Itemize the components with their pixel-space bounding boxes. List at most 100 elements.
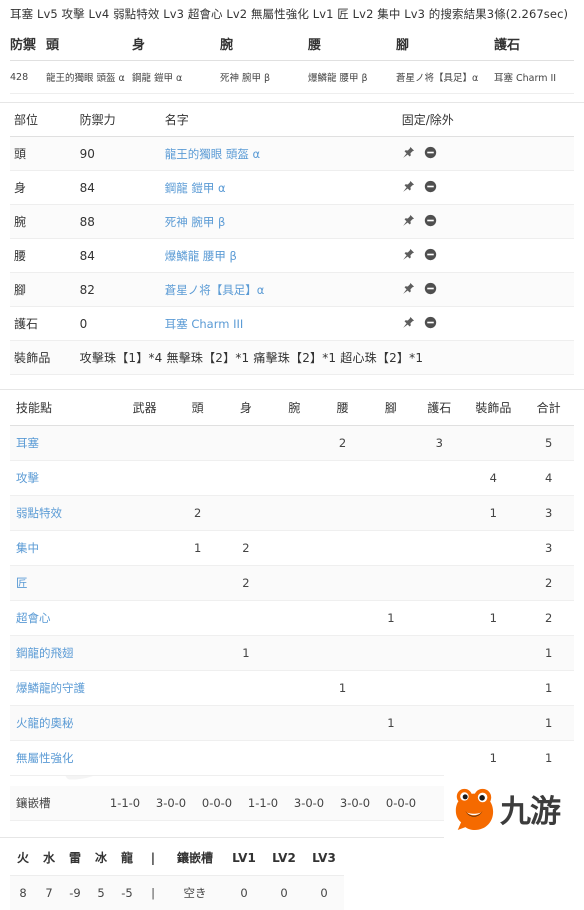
skill-weapon <box>116 706 174 741</box>
skill-link[interactable]: 攻擊 <box>16 471 39 485</box>
table-row[interactable]: 弱點特效 2 1 3 <box>10 496 574 531</box>
skill-charm <box>415 706 463 741</box>
skill-arms <box>270 531 318 566</box>
pin-icon[interactable] <box>402 146 415 162</box>
col-thunder: 雷 <box>62 840 88 876</box>
fix-exclude-cell <box>398 307 574 341</box>
skill-head <box>173 671 221 706</box>
skill-charm <box>415 566 463 601</box>
skill-body: 2 <box>222 531 270 566</box>
slot-arms: 1-1-0 <box>240 786 286 821</box>
col-waist: 腰 <box>308 27 396 61</box>
skill-total: 5 <box>523 426 574 461</box>
parts-detail-table: 部位 防禦力 名字 固定/除外 頭 90 龍王的獨眼 頭盔 α <box>10 103 574 375</box>
table-row[interactable]: 頭 90 龍王的獨眼 頭盔 α <box>10 137 574 171</box>
equipment-summary-header-row: 防禦 頭 身 腕 腰 腳 護石 <box>10 27 574 61</box>
skill-link[interactable]: 爆鱗龍的守護 <box>16 681 85 695</box>
slot-body: 0-0-0 <box>194 786 240 821</box>
summary-body: 鋼龍 鎧甲 α <box>132 61 220 94</box>
skill-name-cell: 火龍的奧秘 <box>10 706 116 741</box>
skill-charm <box>415 601 463 636</box>
table-row[interactable]: 爆鱗龍的守護 1 1 <box>10 671 574 706</box>
pin-icon[interactable] <box>402 214 415 230</box>
col-weapon: 武器 <box>116 390 174 426</box>
skill-link[interactable]: 集中 <box>16 541 39 555</box>
part-defense: 84 <box>76 171 161 205</box>
table-row[interactable]: 腳 82 蒼星ノ将【具足】α <box>10 273 574 307</box>
item-link[interactable]: 爆鱗龍 腰甲 β <box>165 249 237 263</box>
part-name-cell: 死神 腕甲 β <box>161 205 398 239</box>
item-link[interactable]: 死神 腕甲 β <box>165 215 226 229</box>
table-row[interactable]: 耳塞 2 3 5 <box>10 426 574 461</box>
skill-link[interactable]: 匠 <box>16 576 28 590</box>
item-link[interactable]: 蒼星ノ将【具足】α <box>165 283 265 297</box>
skill-deco <box>463 531 523 566</box>
pin-icon[interactable] <box>402 282 415 298</box>
col-legs: 腳 <box>367 390 415 426</box>
skill-total: 4 <box>523 461 574 496</box>
table-row[interactable]: 匠 2 2 <box>10 566 574 601</box>
minus-circle-icon[interactable] <box>424 316 437 332</box>
col-skill-name: 技能點 <box>10 390 116 426</box>
skill-arms <box>270 426 318 461</box>
parts-header-row: 部位 防禦力 名字 固定/除外 <box>10 103 574 137</box>
minus-circle-icon[interactable] <box>424 146 437 162</box>
item-link[interactable]: 龍王的獨眼 頭盔 α <box>165 147 260 161</box>
skill-arms <box>270 566 318 601</box>
skill-link[interactable]: 鋼龍的飛翅 <box>16 646 74 660</box>
pin-icon[interactable] <box>402 180 415 196</box>
search-result-headline: 耳塞 Lv5 攻擊 Lv4 弱點特效 Lv3 超會心 Lv2 無屬性強化 Lv1… <box>0 0 584 27</box>
col-defense-val: 防禦力 <box>76 103 161 137</box>
table-row[interactable]: 火龍的奧秘 1 1 <box>10 706 574 741</box>
skill-name-cell: 無屬性強化 <box>10 741 116 776</box>
summary-defense: 428 <box>10 61 46 94</box>
part-label: 護石 <box>10 307 76 341</box>
table-row[interactable]: 腕 88 死神 腕甲 β <box>10 205 574 239</box>
table-row[interactable]: 鋼龍的飛翅 1 1 <box>10 636 574 671</box>
slot-legs: 3-0-0 <box>332 786 378 821</box>
table-row[interactable]: 攻擊 4 4 <box>10 461 574 496</box>
item-link[interactable]: 鋼龍 鎧甲 α <box>165 181 226 195</box>
skill-waist <box>318 741 366 776</box>
minus-circle-icon[interactable] <box>424 248 437 264</box>
pin-icon[interactable] <box>402 248 415 264</box>
table-row[interactable]: 集中 1 2 3 <box>10 531 574 566</box>
part-defense: 88 <box>76 205 161 239</box>
summary-arms: 死神 腕甲 β <box>220 61 308 94</box>
skill-waist <box>318 566 366 601</box>
resistances-row: 8 7 -9 5 -5 | 空き 0 0 0 <box>10 876 344 910</box>
val-lv1: 0 <box>224 876 264 910</box>
minus-circle-icon[interactable] <box>424 180 437 196</box>
skill-waist <box>318 706 366 741</box>
skill-deco <box>463 671 523 706</box>
table-row[interactable]: 身 84 鋼龍 鎧甲 α <box>10 171 574 205</box>
skill-link[interactable]: 弱點特效 <box>16 506 62 520</box>
skill-link[interactable]: 超會心 <box>16 611 51 625</box>
slot-waist: 3-0-0 <box>286 786 332 821</box>
skill-body <box>222 461 270 496</box>
skill-total: 3 <box>523 496 574 531</box>
skill-link[interactable]: 火龍的奧秘 <box>16 716 74 730</box>
fix-exclude-cell <box>398 273 574 307</box>
skill-head <box>173 566 221 601</box>
skill-arms <box>270 496 318 531</box>
skill-head <box>173 426 221 461</box>
skill-body <box>222 601 270 636</box>
col-ice: 冰 <box>88 840 114 876</box>
skill-head <box>173 461 221 496</box>
col-charm: 護石 <box>415 390 463 426</box>
pin-icon[interactable] <box>402 316 415 332</box>
minus-circle-icon[interactable] <box>424 214 437 230</box>
equipment-summary-row[interactable]: 428 龍王的獨眼 頭盔 α 鋼龍 鎧甲 α 死神 腕甲 β 爆鱗龍 腰甲 β … <box>10 61 574 94</box>
minus-circle-icon[interactable] <box>424 282 437 298</box>
skill-deco <box>463 426 523 461</box>
skill-link[interactable]: 耳塞 <box>16 436 39 450</box>
skill-legs: 1 <box>367 601 415 636</box>
table-row[interactable]: 護石 0 耳塞 Charm III <box>10 307 574 341</box>
table-row[interactable]: 腰 84 爆鱗龍 腰甲 β <box>10 239 574 273</box>
skill-body <box>222 741 270 776</box>
skill-link[interactable]: 無屬性強化 <box>16 751 74 765</box>
decorations-value: 攻擊珠【1】*4 無擊珠【2】*1 痛擊珠【2】*1 超心珠【2】*1 <box>76 341 574 375</box>
table-row[interactable]: 超會心 1 1 2 <box>10 601 574 636</box>
item-link[interactable]: 耳塞 Charm III <box>165 317 244 331</box>
